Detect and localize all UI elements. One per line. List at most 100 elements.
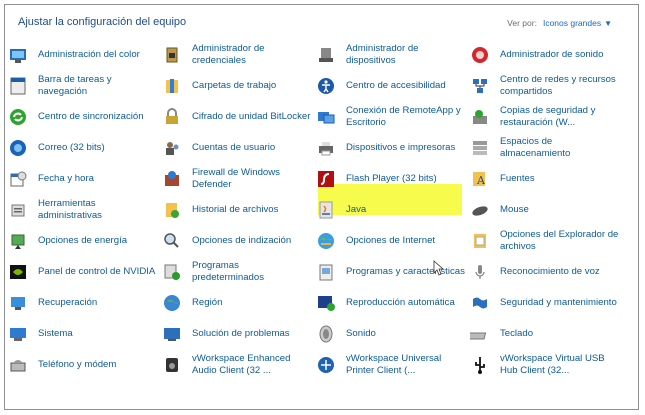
control-panel-item[interactable]: Java bbox=[316, 195, 466, 225]
color-management-icon bbox=[8, 45, 28, 65]
control-panel-item[interactable]: Administrador de sonido bbox=[470, 40, 620, 70]
item-label: Fuentes bbox=[500, 173, 535, 184]
bitlocker-icon bbox=[162, 107, 182, 127]
nvidia-icon bbox=[8, 262, 28, 282]
default-programs-icon bbox=[162, 262, 182, 282]
item-label: Administración del color bbox=[38, 49, 140, 60]
item-label: Centro de sincronización bbox=[38, 111, 144, 122]
control-panel-item[interactable]: Seguridad y mantenimiento bbox=[470, 288, 620, 318]
control-panel-item[interactable]: Programas predeterminados bbox=[162, 257, 312, 287]
item-label: Mouse bbox=[500, 204, 529, 215]
control-panel-item[interactable]: Historial de archivos bbox=[162, 195, 312, 225]
control-panel-item[interactable]: Conexión de RemoteApp y Escritorio bbox=[316, 102, 466, 132]
printer-icon bbox=[316, 138, 336, 158]
control-panel-item[interactable]: Opciones del Explorador de archivos bbox=[470, 226, 620, 256]
control-panel-item[interactable]: vWorkspace Universal Printer Client (... bbox=[316, 350, 466, 380]
user-accounts-icon bbox=[162, 138, 182, 158]
control-panel-item[interactable]: Sistema bbox=[8, 319, 158, 349]
clock-calendar-icon bbox=[8, 169, 28, 189]
system-icon bbox=[8, 324, 28, 344]
control-panel-item[interactable]: Dispositivos e impresoras bbox=[316, 133, 466, 163]
control-panel-item[interactable]: Espacios de almacenamiento bbox=[470, 133, 620, 163]
microphone-icon bbox=[470, 262, 490, 282]
view-by-label: Ver por: bbox=[507, 18, 537, 28]
control-panel-item[interactable]: Correo (32 bits) bbox=[8, 133, 158, 163]
control-panel-item[interactable]: Centro de redes y recursos compartidos bbox=[470, 71, 620, 101]
control-panel-item[interactable]: Cifrado de unidad BitLocker bbox=[162, 102, 312, 132]
control-panel-item[interactable]: Mouse bbox=[470, 195, 620, 225]
item-label: vWorkspace Virtual USB Hub Client (32... bbox=[500, 353, 605, 376]
control-panel-item[interactable]: Administrador de dispositivos bbox=[316, 40, 466, 70]
control-panel-item[interactable]: Teclado bbox=[470, 319, 620, 349]
control-panel-item[interactable]: Reproducción automática bbox=[316, 288, 466, 318]
control-panel-item[interactable]: Teléfono y módem bbox=[8, 350, 158, 380]
control-panel-item[interactable]: Herramientas administrativas bbox=[8, 195, 158, 225]
control-panel-item[interactable]: Opciones de energía bbox=[8, 226, 158, 256]
item-label: vWorkspace Universal Printer Client (... bbox=[346, 353, 442, 376]
control-panel-item[interactable]: Recuperación bbox=[8, 288, 158, 318]
phone-modem-icon bbox=[8, 355, 28, 375]
control-panel-item[interactable]: Cuentas de usuario bbox=[162, 133, 312, 163]
item-label: Herramientas administrativas bbox=[38, 198, 102, 221]
control-panel-item[interactable]: A Fuentes bbox=[470, 164, 620, 194]
item-label: Programas predeterminados bbox=[192, 260, 264, 283]
item-label: vWorkspace Enhanced Audio Client (32 ... bbox=[192, 353, 291, 376]
mail-icon bbox=[8, 138, 28, 158]
chevron-down-icon[interactable]: ▼ bbox=[604, 19, 612, 28]
credential-manager-icon bbox=[162, 45, 182, 65]
control-panel-item[interactable]: Sonido bbox=[316, 319, 466, 349]
control-panel-item[interactable]: Opciones de Internet bbox=[316, 226, 466, 256]
control-panel-item[interactable]: Panel de control de NVIDIA bbox=[8, 257, 158, 287]
storage-spaces-icon bbox=[470, 138, 490, 158]
item-label: Flash Player (32 bits) bbox=[346, 173, 437, 184]
remoteapp-icon bbox=[316, 107, 336, 127]
internet-options-icon bbox=[316, 231, 336, 251]
region-icon bbox=[162, 293, 182, 313]
keyboard-icon bbox=[470, 324, 490, 344]
item-label: Reconocimiento de voz bbox=[500, 266, 600, 277]
control-panel-item[interactable]: vWorkspace Enhanced Audio Client (32 ... bbox=[162, 350, 312, 380]
item-label: Espacios de almacenamiento bbox=[500, 136, 571, 159]
indexing-icon bbox=[162, 231, 182, 251]
control-panel-item[interactable]: Opciones de indización bbox=[162, 226, 312, 256]
control-panel-item[interactable]: Administración del color bbox=[8, 40, 158, 70]
control-panel-item[interactable]: Solución de problemas bbox=[162, 319, 312, 349]
control-panel-item[interactable]: Barra de tareas y navegación bbox=[8, 71, 158, 101]
control-panel-item[interactable]: Copias de seguridad y restauración (W... bbox=[470, 102, 620, 132]
item-label: Recuperación bbox=[38, 297, 98, 308]
mouse-icon bbox=[470, 200, 490, 220]
item-label: Solución de problemas bbox=[192, 328, 290, 339]
control-panel-item[interactable]: Fecha y hora bbox=[8, 164, 158, 194]
work-folders-icon bbox=[162, 76, 182, 96]
item-label: Dispositivos e impresoras bbox=[346, 142, 456, 153]
item-label: Opciones de Internet bbox=[346, 235, 436, 246]
control-panel-item[interactable]: Carpetas de trabajo bbox=[162, 71, 312, 101]
svg-text:A: A bbox=[476, 174, 486, 187]
control-panel-item[interactable]: Centro de sincronización bbox=[8, 102, 158, 132]
accessibility-icon bbox=[316, 76, 336, 96]
control-panel-item[interactable]: vWorkspace Virtual USB Hub Client (32... bbox=[470, 350, 620, 380]
item-label: Región bbox=[192, 297, 223, 308]
control-panel-item[interactable]: Región bbox=[162, 288, 312, 318]
item-label: Firewall de Windows Defender bbox=[192, 167, 280, 190]
item-label: Teléfono y módem bbox=[38, 359, 117, 370]
item-label: Sonido bbox=[346, 328, 376, 339]
view-by-value[interactable]: Iconos grandes bbox=[543, 18, 601, 28]
flash-icon bbox=[316, 169, 336, 189]
control-panel-item[interactable]: Administrador de credenciales bbox=[162, 40, 312, 70]
power-icon bbox=[8, 231, 28, 251]
control-panel-item[interactable]: Centro de accesibilidad bbox=[316, 71, 466, 101]
control-panel-item[interactable]: Reconocimiento de voz bbox=[470, 257, 620, 287]
item-label: Programas y características bbox=[346, 266, 465, 277]
view-by-control[interactable]: Ver por: Iconos grandes ▼ bbox=[507, 18, 612, 28]
header: Ajustar la configuración del equipo Ver … bbox=[5, 5, 638, 41]
item-label: Centro de accesibilidad bbox=[346, 80, 446, 91]
item-label: Centro de redes y recursos compartidos bbox=[500, 74, 616, 97]
control-panel-item[interactable]: Firewall de Windows Defender bbox=[162, 164, 312, 194]
flag-icon bbox=[470, 293, 490, 313]
control-panel-item[interactable]: Flash Player (32 bits) bbox=[316, 164, 466, 194]
speaker-icon bbox=[316, 324, 336, 344]
item-label: Carpetas de trabajo bbox=[192, 80, 277, 91]
universal-printer-icon bbox=[316, 355, 336, 375]
fonts-icon: A bbox=[470, 169, 490, 189]
